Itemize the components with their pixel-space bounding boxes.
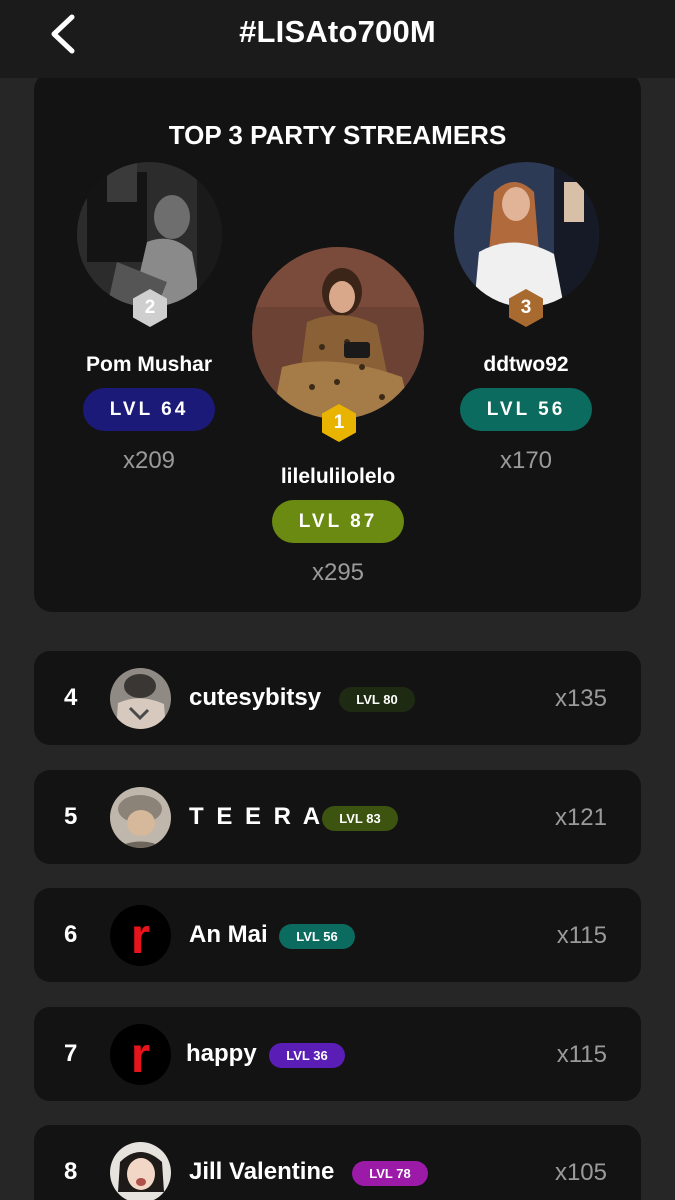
podium-count-1: x295: [311, 559, 365, 586]
r-logo-icon: r: [130, 908, 151, 964]
row-level-badge: LVL 80: [339, 687, 415, 712]
podium-name-1: lilelulilolelo: [280, 465, 396, 488]
podium-level-3[interactable]: LVL 56: [460, 388, 592, 431]
row-count: x105: [554, 1159, 607, 1186]
row-count: x115: [556, 922, 607, 949]
rank-badge-1: 1: [319, 403, 359, 443]
podium-count-3: x170: [499, 447, 553, 474]
avatar[interactable]: r: [110, 905, 171, 966]
avatar[interactable]: [110, 1142, 171, 1200]
row-count: x115: [556, 1041, 607, 1068]
page-title: #LISAto700M: [239, 14, 436, 49]
r-logo-icon: r: [130, 1027, 151, 1083]
row-rank: 7: [64, 1040, 78, 1067]
row-level-badge: LVL 36: [269, 1043, 345, 1068]
podium-level-2[interactable]: LVL 64: [83, 388, 215, 431]
podium-avatar-3[interactable]: [454, 162, 599, 307]
row-count: x121: [554, 804, 607, 831]
row-rank: 4: [64, 684, 78, 711]
rank-badge-3: 3: [506, 288, 546, 328]
row-name: An Mai: [189, 921, 268, 948]
row-rank: 5: [64, 803, 78, 830]
podium-name-2: Pom Mushar: [85, 353, 213, 376]
avatar[interactable]: [110, 787, 171, 848]
podium-count-2: x209: [122, 447, 176, 474]
rank-badge-2: 2: [130, 288, 170, 328]
leaderboard-row[interactable]: 4 cutesybitsy LVL 80 x135: [34, 651, 641, 745]
podium-name-3: ddtwo92: [483, 353, 569, 376]
leaderboard-row[interactable]: 5 T E E R A K LVL 83 x121: [34, 770, 641, 864]
top-three-card: TOP 3 PARTY STREAMERS 2 Pom Mushar LVL 6…: [34, 72, 641, 612]
podium-level-1[interactable]: LVL 87: [272, 500, 404, 543]
row-level-badge: LVL 83: [322, 806, 398, 831]
row-rank: 6: [64, 921, 78, 948]
leaderboard-row[interactable]: 7 r happy LVL 36 x115: [34, 1007, 641, 1101]
row-name: happy: [186, 1040, 257, 1067]
row-name: cutesybitsy: [189, 684, 322, 711]
row-rank: 8: [64, 1158, 78, 1185]
row-count: x135: [554, 685, 607, 712]
top-three-title: TOP 3 PARTY STREAMERS: [168, 120, 507, 150]
row-level-badge: LVL 56: [279, 924, 355, 949]
podium-avatar-1[interactable]: [252, 247, 424, 419]
avatar[interactable]: [110, 668, 171, 729]
avatar[interactable]: r: [110, 1024, 171, 1085]
row-name: Jill Valentine: [189, 1158, 335, 1185]
podium-avatar-2[interactable]: [77, 162, 222, 307]
header-bar: #LISAto700M: [0, 0, 675, 78]
row-level-badge: LVL 78: [352, 1161, 428, 1186]
leaderboard-row[interactable]: 6 r An Mai LVL 56 x115: [34, 888, 641, 982]
leaderboard-page: #LISAto700M TOP 3 PARTY STREAMERS 2 Pom …: [0, 0, 675, 1200]
leaderboard-row[interactable]: 8 Jill Valentine LVL 78 x105: [34, 1125, 641, 1200]
